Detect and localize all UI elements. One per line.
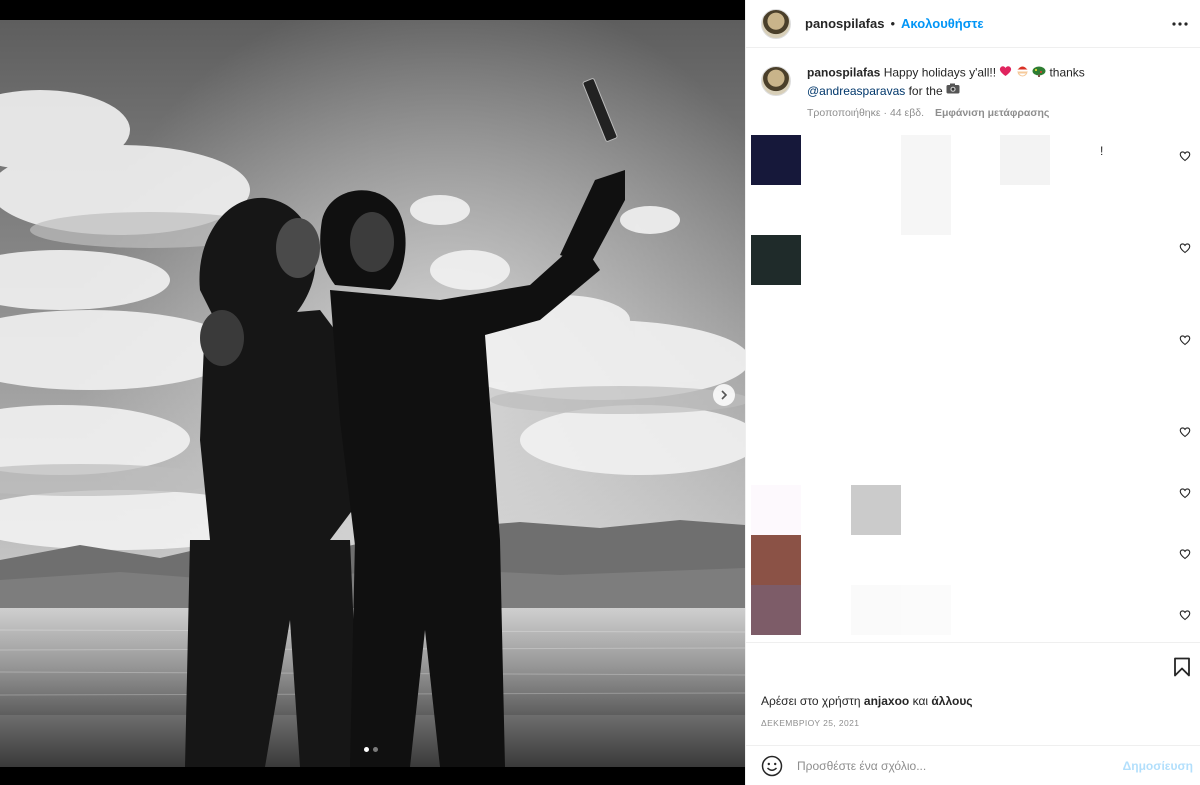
- post-photo[interactable]: [0, 20, 745, 767]
- meta-dot: ·: [883, 107, 888, 120]
- caption-text: Happy holidays y'all!!: [883, 65, 997, 80]
- carousel-dot: [373, 747, 378, 752]
- like-comment-heart-icon[interactable]: [1179, 609, 1191, 621]
- time-ago: 44 εβδ.: [889, 107, 925, 120]
- likes-and: και: [912, 694, 929, 708]
- like-comment-heart-icon[interactable]: [1179, 242, 1191, 254]
- comments-list: !: [746, 130, 1200, 642]
- redacted-block: [901, 135, 951, 235]
- post-header: panospilafas • Ακολουθήστε: [746, 0, 1200, 48]
- caption-username[interactable]: panospilafas: [807, 66, 880, 80]
- carousel-indicator: [364, 747, 378, 752]
- follow-button[interactable]: Ακολουθήστε: [901, 16, 984, 31]
- caption-body: panospilafas Happy holidays y'all!! than…: [807, 64, 1085, 122]
- photo-area: [0, 0, 745, 785]
- more-horizontal-icon: [1172, 22, 1188, 26]
- post-date[interactable]: ΔΕΚΕΜΒΡΙΟΥ 25, 2021: [761, 718, 859, 728]
- redacted-avatar: [751, 485, 801, 535]
- redacted-block: [851, 485, 901, 535]
- more-options-button[interactable]: [1168, 12, 1192, 36]
- like-comment-heart-icon[interactable]: [1179, 548, 1191, 560]
- like-comment-heart-icon[interactable]: [1179, 426, 1191, 438]
- comment-input[interactable]: [797, 758, 1097, 773]
- chevron-right-icon: [721, 390, 728, 400]
- camera-emoji-icon: [946, 83, 960, 100]
- redacted-block: [851, 585, 901, 635]
- post-caption: panospilafas Happy holidays y'all!! than…: [761, 64, 1191, 122]
- next-slide-button[interactable]: [713, 384, 735, 406]
- caption-meta: Τροποποιήθηκε · 44 εβδ. Εμφάνιση μετάφρα…: [807, 105, 1085, 122]
- christmas-tree-emoji-icon: [1032, 65, 1046, 83]
- bookmark-icon[interactable]: [1172, 657, 1192, 677]
- redacted-block: [1000, 135, 1050, 185]
- like-comment-heart-icon[interactable]: [1179, 334, 1191, 346]
- header-username[interactable]: panospilafas: [805, 16, 884, 31]
- emoji-picker-icon[interactable]: [761, 755, 783, 777]
- like-comment-heart-icon[interactable]: [1179, 150, 1191, 162]
- like-comment-heart-icon[interactable]: [1179, 487, 1191, 499]
- post-actions: Αρέσει στο χρήστη anjaxoo και άλλους ΔΕΚ…: [746, 642, 1200, 752]
- post-side-panel: panospilafas • Ακολουθήστε panospilafas …: [745, 0, 1200, 785]
- santa-emoji-icon: [1016, 64, 1029, 83]
- header-separator: •: [890, 16, 896, 31]
- redacted-avatar: [751, 535, 801, 585]
- caption-mention[interactable]: @andreasparavas: [807, 84, 905, 98]
- edited-label: Τροποποιήθηκε: [807, 107, 881, 120]
- add-comment-bar: Δημοσίευση: [746, 745, 1200, 785]
- comment-exclaim: !: [1100, 144, 1104, 158]
- redacted-avatar: [751, 235, 801, 285]
- avatar[interactable]: [761, 8, 791, 39]
- redacted-avatar: [751, 135, 801, 185]
- likes-user-link[interactable]: anjaxoo: [864, 694, 909, 708]
- caption-text-thanks: thanks: [1049, 65, 1085, 80]
- see-translation-button[interactable]: Εμφάνιση μετάφρασης: [935, 107, 1049, 119]
- caption-text-end: for the: [908, 84, 943, 98]
- likes-others-link[interactable]: άλλους: [931, 694, 972, 708]
- heart-emoji-icon: [999, 65, 1012, 83]
- redacted-avatar: [751, 585, 801, 635]
- likes-summary: Αρέσει στο χρήστη anjaxoo και άλλους: [761, 694, 973, 708]
- post-comment-button[interactable]: Δημοσίευση: [1123, 759, 1193, 773]
- instagram-post-viewer: panospilafas • Ακολουθήστε panospilafas …: [0, 0, 1200, 785]
- redacted-block: [901, 585, 951, 635]
- caption-avatar[interactable]: [761, 66, 791, 96]
- carousel-dot-active: [364, 747, 369, 752]
- likes-prefix: Αρέσει στο χρήστη: [761, 694, 861, 708]
